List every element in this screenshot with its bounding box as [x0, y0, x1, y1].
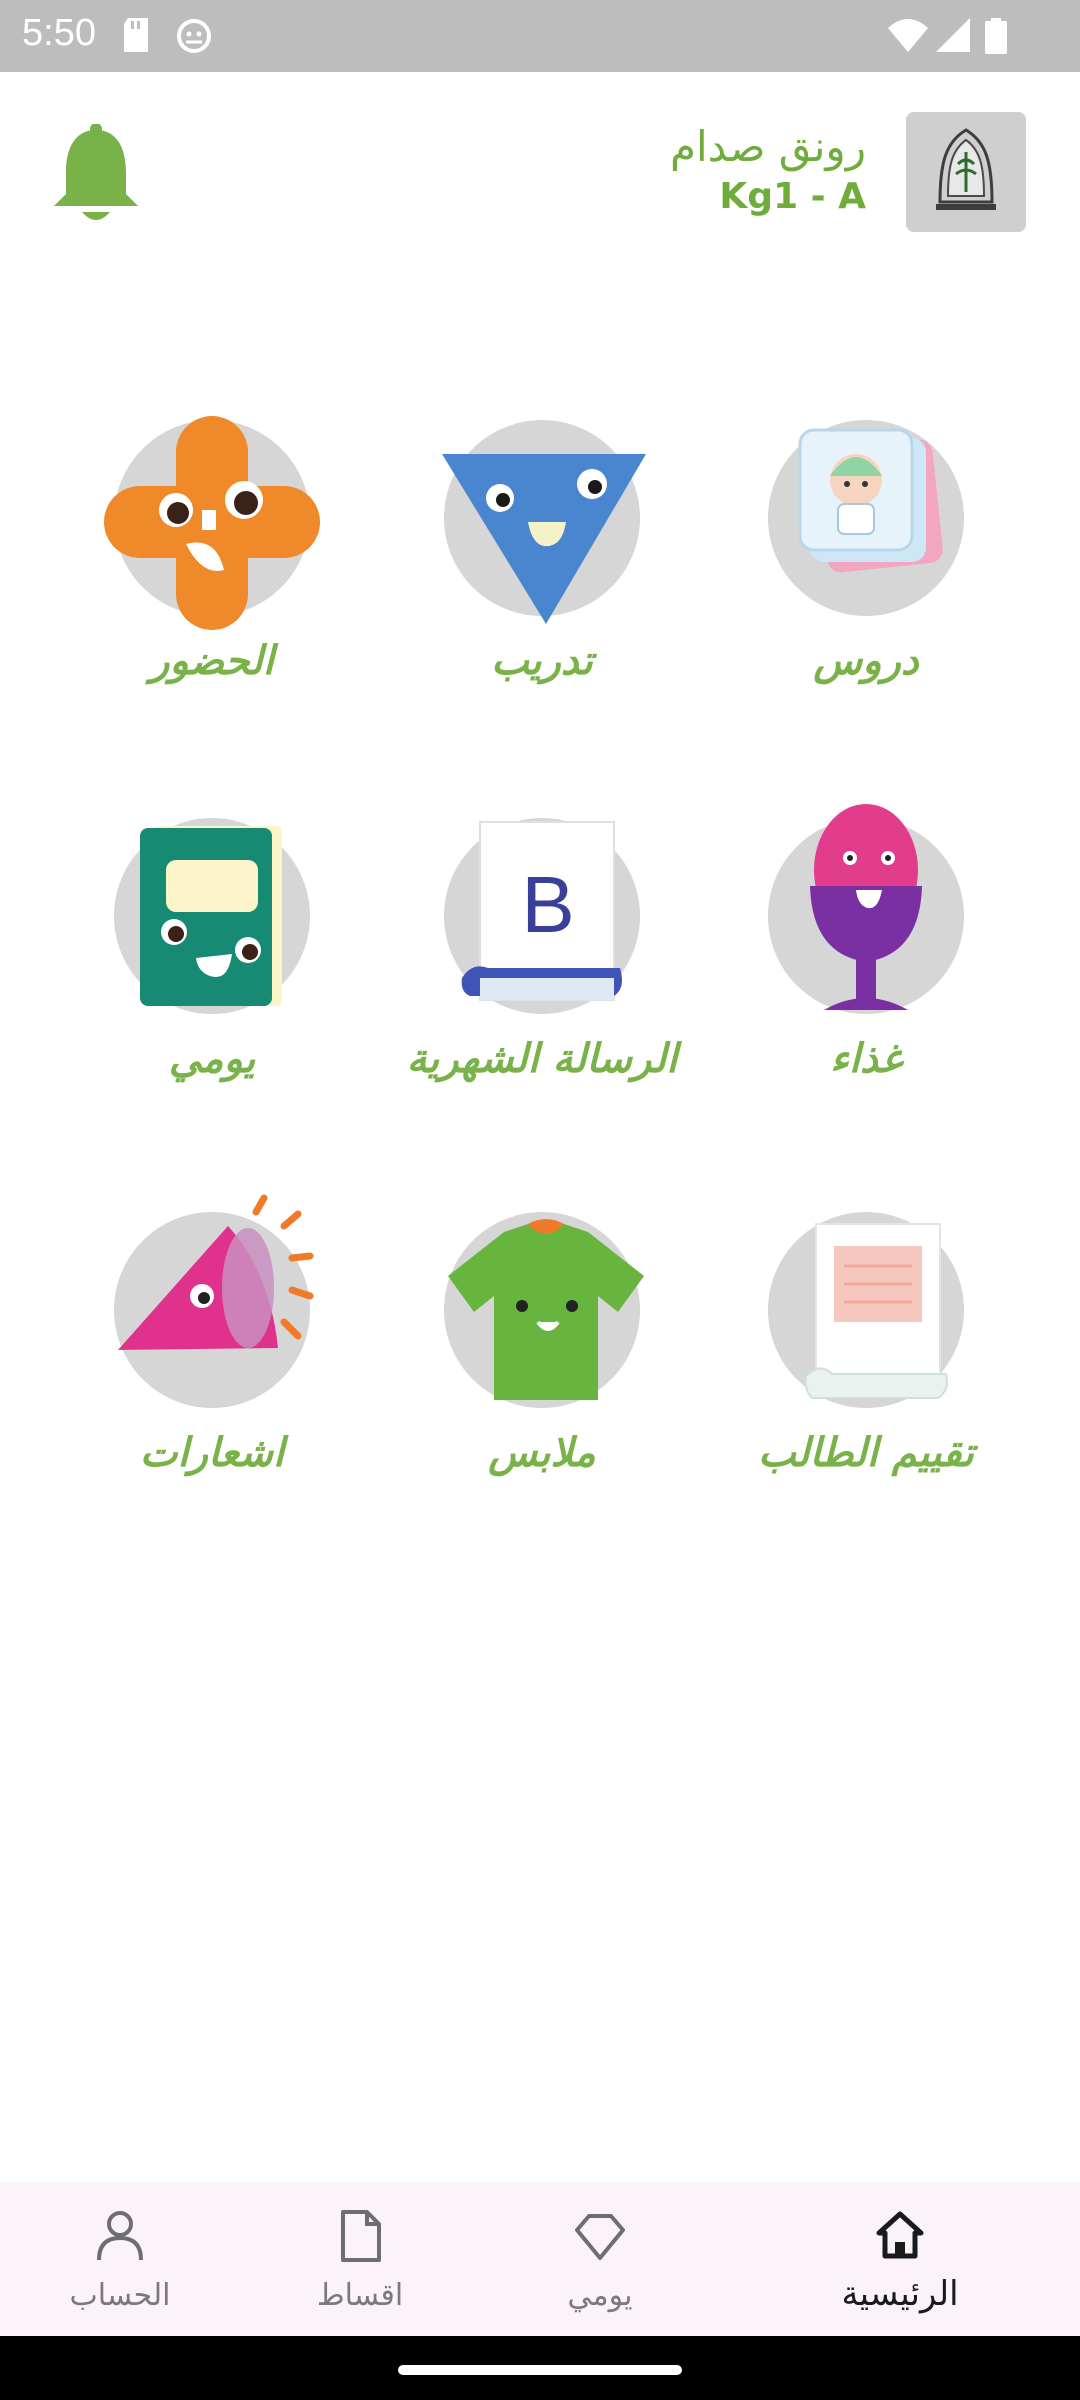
home-gesture-bar[interactable] — [398, 2365, 682, 2375]
menu-tile-training[interactable]: تدريب — [382, 380, 702, 740]
menu-tile-food[interactable]: غذاء — [706, 778, 1026, 1138]
home-icon — [876, 2211, 924, 2259]
header: رونق صدام Kg1 - A — [0, 72, 1080, 292]
signal-icon — [936, 18, 970, 52]
attendance-cross-icon — [104, 416, 320, 630]
menu-tile-announcements[interactable]: اشعارات — [52, 1172, 372, 1532]
nav-item-home[interactable]: الرئيسية — [780, 2182, 1020, 2336]
android-icon — [177, 19, 211, 53]
menu-label-announcements: اشعارات — [139, 1430, 285, 1476]
svg-text:B: B — [521, 860, 574, 949]
status-bar: 5:50 — [0, 0, 1080, 72]
announcements-megaphone-icon — [118, 1194, 314, 1350]
nav-item-installments[interactable]: اقساط — [240, 2182, 480, 2336]
menu-label-daily: يومي — [168, 1036, 256, 1082]
nav-label-daily: يومي — [567, 2278, 633, 2313]
lessons-cards-icon — [798, 428, 943, 573]
diamond-icon — [575, 2214, 625, 2260]
student-name: رونق صدام — [669, 122, 866, 171]
menu-tile-clothes[interactable]: ملابس — [382, 1172, 702, 1532]
nav-item-account[interactable]: الحساب — [0, 2182, 240, 2336]
menu-label-attendance: الحضور — [150, 638, 274, 684]
student-class: Kg1 - A — [719, 176, 866, 217]
nav-label-home: الرئيسية — [841, 2274, 959, 2314]
wifi-icon — [888, 19, 928, 52]
bottom-nav: الرئيسية يومي اقساط الحساب — [0, 2182, 1080, 2336]
school-emblem-icon — [906, 112, 1026, 232]
document-icon — [341, 2210, 381, 2262]
battery-icon — [985, 18, 1007, 54]
clothes-shirt-icon — [448, 1219, 644, 1400]
menu-tile-student-evaluation[interactable]: تقييم الطالب — [706, 1172, 1026, 1532]
notification-bell-icon[interactable] — [52, 124, 140, 228]
person-icon — [97, 2211, 143, 2261]
menu-tile-daily[interactable]: يومي — [52, 778, 372, 1138]
status-time: 5:50 — [22, 12, 96, 54]
menu-tile-attendance[interactable]: الحضور — [52, 380, 372, 740]
student-evaluation-icon — [804, 1223, 948, 1399]
nav-label-installments: اقساط — [316, 2278, 404, 2313]
sd-card-icon — [124, 18, 148, 52]
training-triangle-icon — [442, 454, 646, 624]
nav-item-daily[interactable]: يومي — [480, 2182, 720, 2336]
nav-label-account: الحساب — [69, 2278, 171, 2313]
monthly-letter-icon: B — [461, 821, 622, 1001]
menu-tile-lessons[interactable]: دروس — [706, 380, 1026, 740]
menu-tile-monthly-letter[interactable]: B الرسالة الشهرية — [382, 778, 702, 1138]
daily-notebook-icon — [140, 826, 282, 1006]
food-egg-cup-icon — [810, 804, 922, 1010]
